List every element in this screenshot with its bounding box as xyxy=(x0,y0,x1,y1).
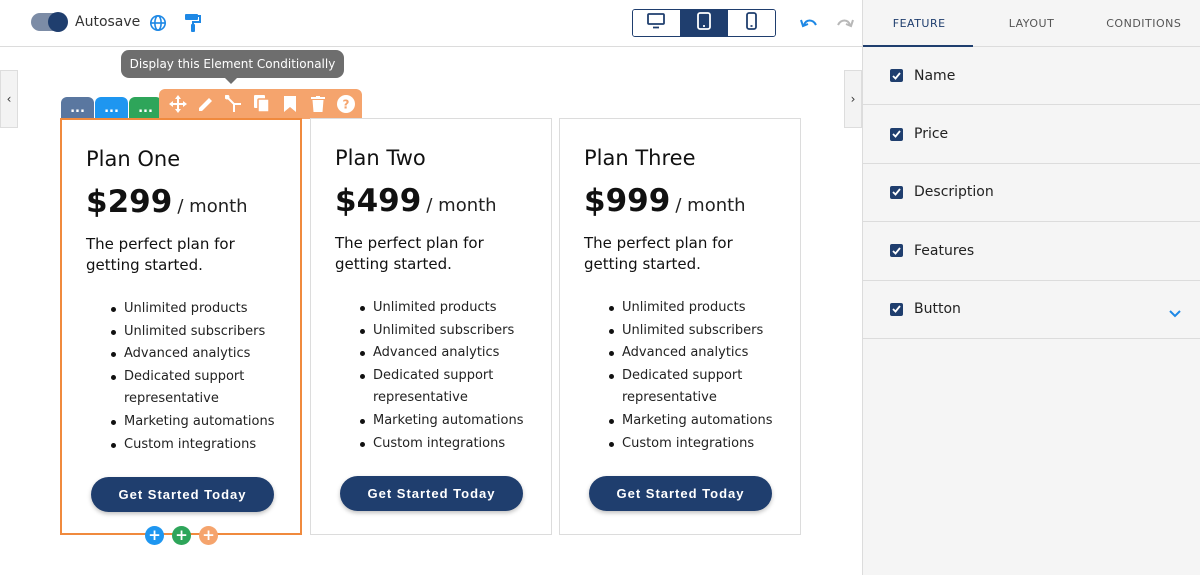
pricing-card-plan-one[interactable]: Plan One $299 / month The perfect plan f… xyxy=(60,118,302,535)
tooltip: Display this Element Conditionally xyxy=(121,50,344,84)
bookmark-icon[interactable] xyxy=(279,93,301,115)
tab-feature[interactable]: FEATURE xyxy=(863,0,975,47)
pricing-card-plan-three[interactable]: Plan Three $999 / month The perfect plan… xyxy=(559,118,801,535)
redo-icon[interactable] xyxy=(834,12,856,34)
edit-icon[interactable] xyxy=(195,93,217,115)
mobile-view-button[interactable] xyxy=(728,10,775,36)
feature-row-name[interactable]: Name xyxy=(863,47,1200,106)
duplicate-icon[interactable] xyxy=(251,93,273,115)
plan-description: The perfect plan for getting started. xyxy=(335,234,484,273)
plan-name: Plan Two xyxy=(335,146,426,170)
svg-text:?: ? xyxy=(343,98,350,112)
add-element-button[interactable]: + xyxy=(145,526,164,545)
feature-item: Advanced analytics xyxy=(609,342,797,365)
globe-icon[interactable] xyxy=(147,12,169,34)
help-icon[interactable]: ? xyxy=(335,93,357,115)
feature-item: Dedicated support representative xyxy=(609,365,797,410)
price-row: $499 / month xyxy=(335,183,497,219)
feature-row-price[interactable]: Price xyxy=(863,105,1200,164)
desktop-icon xyxy=(647,13,666,33)
plan-price: $999 xyxy=(584,183,671,219)
feature-item: Custom integrations xyxy=(360,433,548,456)
pricing-card-plan-two[interactable]: Plan Two $499 / month The perfect plan f… xyxy=(310,118,552,535)
feature-item: Unlimited products xyxy=(609,297,797,320)
get-started-button[interactable]: Get Started Today xyxy=(91,477,274,512)
feature-item: Dedicated support representative xyxy=(360,365,548,410)
plan-name: Plan Three xyxy=(584,146,696,170)
collapse-right-arrow[interactable]: › xyxy=(844,70,862,128)
row-label: Button xyxy=(914,301,961,318)
chevron-down-icon[interactable] xyxy=(1169,303,1181,322)
feature-item: Unlimited subscribers xyxy=(111,321,299,344)
price-row: $999 / month xyxy=(584,183,746,219)
collapse-left-arrow[interactable]: ‹ xyxy=(0,70,18,128)
tablet-icon xyxy=(697,12,711,34)
row-label: Features xyxy=(914,242,975,259)
undo-icon[interactable] xyxy=(798,12,820,34)
panel-tabs: FEATURE LAYOUT CONDITIONS xyxy=(863,0,1200,47)
feature-item: Unlimited products xyxy=(360,297,548,320)
feature-item: Unlimited products xyxy=(111,298,299,321)
feature-item: Advanced analytics xyxy=(111,343,299,366)
row-label: Description xyxy=(914,184,994,201)
chevron-left-icon: ‹ xyxy=(6,92,12,106)
feature-item: Unlimited subscribers xyxy=(609,320,797,343)
feature-item: Marketing automations xyxy=(609,410,797,433)
feature-item: Marketing automations xyxy=(360,410,548,433)
settings-panel: FEATURE LAYOUT CONDITIONS Name Price Des… xyxy=(862,0,1200,575)
feature-item: Custom integrations xyxy=(609,433,797,456)
paint-roller-icon[interactable] xyxy=(182,12,204,34)
element-action-bar: ? xyxy=(159,89,362,119)
name-checkbox[interactable] xyxy=(890,69,903,83)
price-row: $299 / month xyxy=(86,184,248,220)
feature-item: Advanced analytics xyxy=(360,342,548,365)
move-icon[interactable] xyxy=(167,93,189,115)
features-checkbox[interactable] xyxy=(890,244,903,258)
feature-list: Unlimited products Unlimited subscribers… xyxy=(360,297,548,456)
tablet-view-button[interactable] xyxy=(680,10,729,36)
tab-conditions[interactable]: CONDITIONS xyxy=(1088,0,1200,46)
autosave-toggle[interactable] xyxy=(31,12,68,32)
plan-price: $299 xyxy=(86,184,173,220)
feature-list: Unlimited products Unlimited subscribers… xyxy=(609,297,797,456)
add-row-button[interactable]: + xyxy=(172,526,191,545)
toggle-knob xyxy=(48,12,68,32)
delete-icon[interactable] xyxy=(307,93,329,115)
tab-layout[interactable]: LAYOUT xyxy=(975,0,1087,46)
button-checkbox[interactable] xyxy=(890,302,903,316)
feature-item: Custom integrations xyxy=(111,434,299,457)
desktop-view-button[interactable] xyxy=(633,10,681,36)
feature-row-button[interactable]: Button xyxy=(863,281,1200,339)
plan-description: The perfect plan for getting started. xyxy=(584,234,733,273)
device-switcher xyxy=(632,9,776,37)
parent-element-tab[interactable]: ... xyxy=(61,97,94,119)
plan-name: Plan One xyxy=(86,147,181,171)
feature-row-features[interactable]: Features xyxy=(863,222,1200,281)
condition-icon[interactable] xyxy=(223,93,245,115)
price-checkbox[interactable] xyxy=(890,127,903,141)
get-started-button[interactable]: Get Started Today xyxy=(340,476,523,511)
feature-row-description[interactable]: Description xyxy=(863,164,1200,223)
mobile-icon xyxy=(746,12,758,34)
autosave-label: Autosave xyxy=(75,14,141,30)
price-period: / month xyxy=(426,195,497,216)
chevron-right-icon: › xyxy=(850,92,856,106)
feature-item: Marketing automations xyxy=(111,411,299,434)
feature-item: Unlimited subscribers xyxy=(360,320,548,343)
plan-price: $499 xyxy=(335,183,422,219)
row-element-tab[interactable]: ... xyxy=(95,97,128,119)
price-period: / month xyxy=(177,196,248,217)
add-column-button[interactable]: + xyxy=(199,526,218,545)
row-label: Price xyxy=(914,126,949,143)
get-started-button[interactable]: Get Started Today xyxy=(589,476,772,511)
editor-toolbar: Autosave xyxy=(0,0,862,47)
feature-item: Dedicated support representative xyxy=(111,366,299,411)
row-label: Name xyxy=(914,67,956,84)
column-element-tab[interactable]: ... xyxy=(129,97,162,119)
price-period: / month xyxy=(675,195,746,216)
description-checkbox[interactable] xyxy=(890,185,903,199)
feature-list: Unlimited products Unlimited subscribers… xyxy=(111,298,299,457)
plan-description: The perfect plan for getting started. xyxy=(86,235,235,274)
